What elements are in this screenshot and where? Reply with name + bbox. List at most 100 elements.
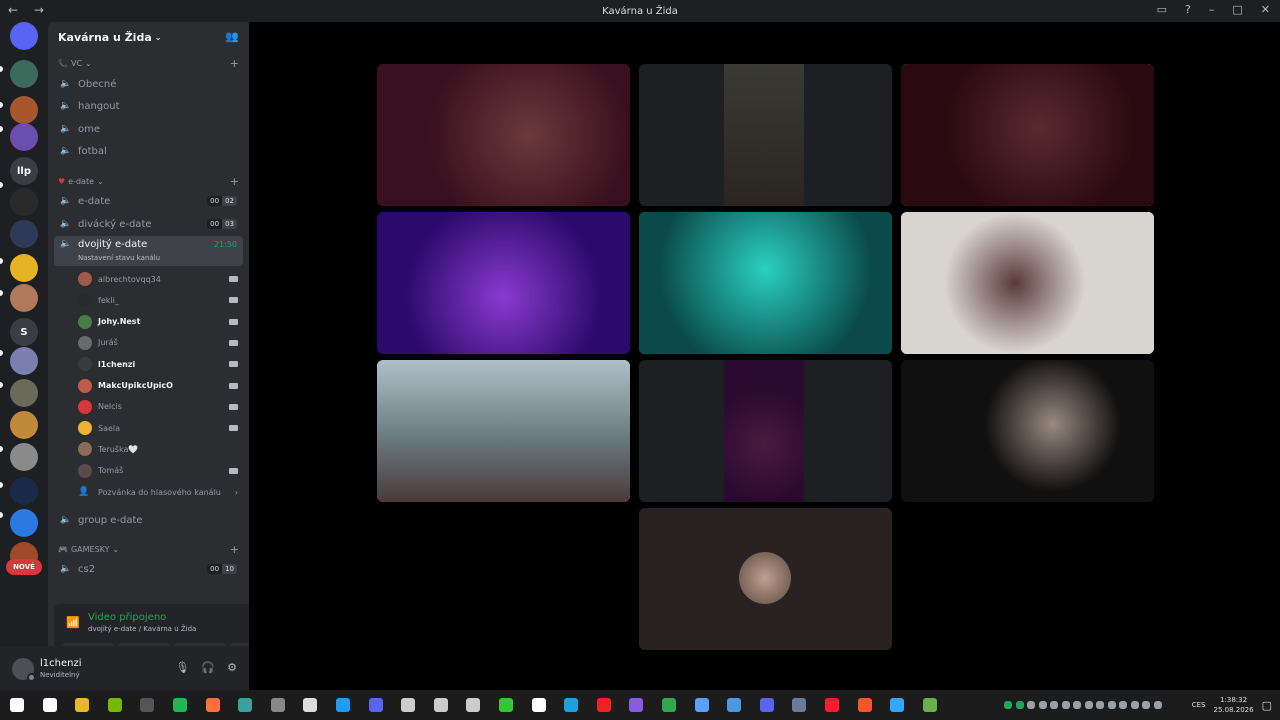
taskbar-app-icon[interactable] [107, 698, 122, 712]
gear-icon[interactable]: ⚙ [227, 661, 237, 674]
clock[interactable]: 1:38:32 25.08.2026 [1214, 695, 1254, 715]
video-tile[interactable] [639, 508, 892, 650]
channel-edate[interactable]: 🔈 e-date 00 02 [54, 191, 243, 211]
add-channel-icon[interactable]: + [230, 543, 239, 556]
voice-member[interactable]: Teruška🤍 [78, 440, 238, 458]
video-tile[interactable] [901, 64, 1154, 206]
server-icon[interactable] [10, 379, 38, 407]
new-unreads-badge[interactable]: NOVÉ [6, 559, 42, 575]
taskbar-app-icon[interactable] [42, 698, 57, 712]
channel-dvojity-edate[interactable]: 🔈 dvojitý e-date 21:50 Nastavení stavu ka… [54, 236, 243, 266]
server-icon[interactable] [10, 60, 38, 88]
voice-member[interactable]: Juráš [78, 334, 238, 352]
taskbar-app-icon[interactable] [596, 698, 611, 712]
voice-member[interactable]: Tomáš [78, 462, 238, 480]
video-tile[interactable] [639, 212, 892, 354]
voice-member[interactable]: Johy.Nest [78, 313, 238, 331]
signal-icon[interactable]: 📶 [66, 616, 80, 629]
voice-channel-path[interactable]: dvojitý e-date / Kavárna u Žida [88, 625, 196, 633]
taskbar-app-icon[interactable] [792, 698, 807, 712]
tray-icon[interactable] [1084, 701, 1093, 709]
channel-fotbal[interactable]: 🔈 fotbal [54, 141, 243, 161]
video-tile[interactable] [639, 64, 892, 206]
close-button[interactable]: ✕ [1261, 3, 1270, 16]
server-icon[interactable] [10, 96, 38, 124]
taskbar-app-icon[interactable] [629, 698, 644, 712]
video-tile[interactable] [639, 360, 892, 502]
taskbar-app-icon[interactable] [140, 698, 155, 712]
taskbar-app-icon[interactable] [336, 698, 350, 712]
tray-icon[interactable] [1038, 701, 1047, 709]
channel-divacky-edate[interactable]: 🔈 divácký e-date 00 03 [54, 214, 243, 234]
category-gamesky[interactable]: 🎮 GAMESKY ⌄ + [58, 543, 239, 556]
invite-row[interactable]: 👤 Pozvánka do hlasového kanálu › [78, 483, 238, 501]
add-channel-icon[interactable]: + [230, 57, 239, 70]
server-icon[interactable] [10, 509, 38, 537]
notification-icon[interactable]: ▢ [1262, 699, 1272, 712]
taskbar-app-icon[interactable] [694, 698, 709, 712]
channel-ome[interactable]: 🔈 ome [54, 119, 243, 139]
tray-icon[interactable] [1004, 701, 1012, 709]
tray-icon[interactable] [1130, 701, 1139, 709]
language-indicator[interactable]: CES [1192, 701, 1206, 709]
server-icon[interactable] [10, 220, 38, 248]
maximize-button[interactable]: □ [1232, 3, 1242, 16]
voice-member[interactable]: fekli_ [78, 291, 238, 309]
taskbar-app-icon[interactable] [825, 698, 839, 712]
server-icon[interactable] [10, 443, 38, 471]
server-icon[interactable] [10, 347, 38, 375]
server-icon[interactable] [10, 411, 38, 439]
tray-icon[interactable] [1027, 701, 1035, 709]
taskbar-app-icon[interactable] [857, 698, 872, 712]
server-icon[interactable] [10, 123, 38, 151]
user-name[interactable]: l1chenzi [40, 658, 82, 669]
server-icon[interactable] [10, 284, 38, 312]
guild-header[interactable]: Kavárna u Žida ⌄ 👥 [48, 22, 249, 52]
taskbar-app-icon[interactable] [531, 698, 546, 712]
headphones-icon[interactable]: 🎧 [201, 661, 215, 674]
voice-member[interactable]: MakcUpikcUpicO [78, 377, 238, 395]
taskbar-app-icon[interactable] [727, 698, 742, 712]
channel-status[interactable]: Nastavení stavu kanálu [78, 254, 160, 262]
tray-icon[interactable] [1015, 701, 1024, 709]
channel-cs2[interactable]: 🔈 cs2 00 10 [54, 559, 243, 579]
video-tile[interactable] [377, 64, 630, 206]
tray-icon[interactable] [1119, 701, 1127, 709]
tray-icon[interactable] [1153, 701, 1162, 709]
server-icon[interactable]: S [10, 318, 38, 346]
tray-icon[interactable] [1096, 701, 1104, 709]
microphone-icon[interactable]: 🎙 [175, 661, 189, 674]
taskbar-app-icon[interactable] [466, 698, 481, 712]
server-icon[interactable] [10, 477, 38, 505]
video-tile[interactable] [901, 360, 1154, 502]
taskbar-app-icon[interactable] [499, 698, 513, 712]
taskbar-app-icon[interactable] [401, 698, 416, 712]
channel-obecne[interactable]: 🔈 Obecné [54, 74, 243, 94]
voice-member[interactable]: Nelcis [78, 398, 238, 416]
taskbar-app-icon[interactable] [564, 698, 579, 712]
tray-icon[interactable] [1107, 701, 1116, 709]
video-tile[interactable] [377, 212, 630, 354]
channel-group-edate[interactable]: 🔈 group e-date [54, 510, 243, 530]
category-edate[interactable]: ♥ e-date ⌄ + [58, 175, 239, 188]
tray-icon[interactable] [1073, 701, 1081, 709]
taskbar-app-icon[interactable] [759, 698, 774, 712]
server-icon[interactable] [10, 22, 38, 50]
help-icon[interactable]: ? [1185, 3, 1191, 16]
video-tile[interactable] [377, 360, 630, 502]
category-vc[interactable]: 📞 VC ⌄ + [58, 57, 239, 70]
invite-people-icon[interactable]: 👥 [225, 30, 239, 43]
tray-icon[interactable] [1050, 701, 1058, 709]
minimize-button[interactable]: – [1209, 3, 1215, 16]
taskbar-app-icon[interactable] [662, 698, 676, 712]
inbox-icon[interactable]: ▭ [1157, 3, 1167, 16]
add-channel-icon[interactable]: + [230, 175, 239, 188]
taskbar-app-icon[interactable] [303, 698, 318, 712]
start-icon[interactable] [10, 698, 24, 712]
server-icon[interactable] [10, 254, 38, 282]
voice-member[interactable]: Saela [78, 419, 238, 437]
server-icon[interactable]: llp [10, 157, 38, 185]
server-icon[interactable] [10, 188, 38, 216]
taskbar-app-icon[interactable] [270, 698, 285, 712]
taskbar-app-icon[interactable] [238, 698, 253, 712]
